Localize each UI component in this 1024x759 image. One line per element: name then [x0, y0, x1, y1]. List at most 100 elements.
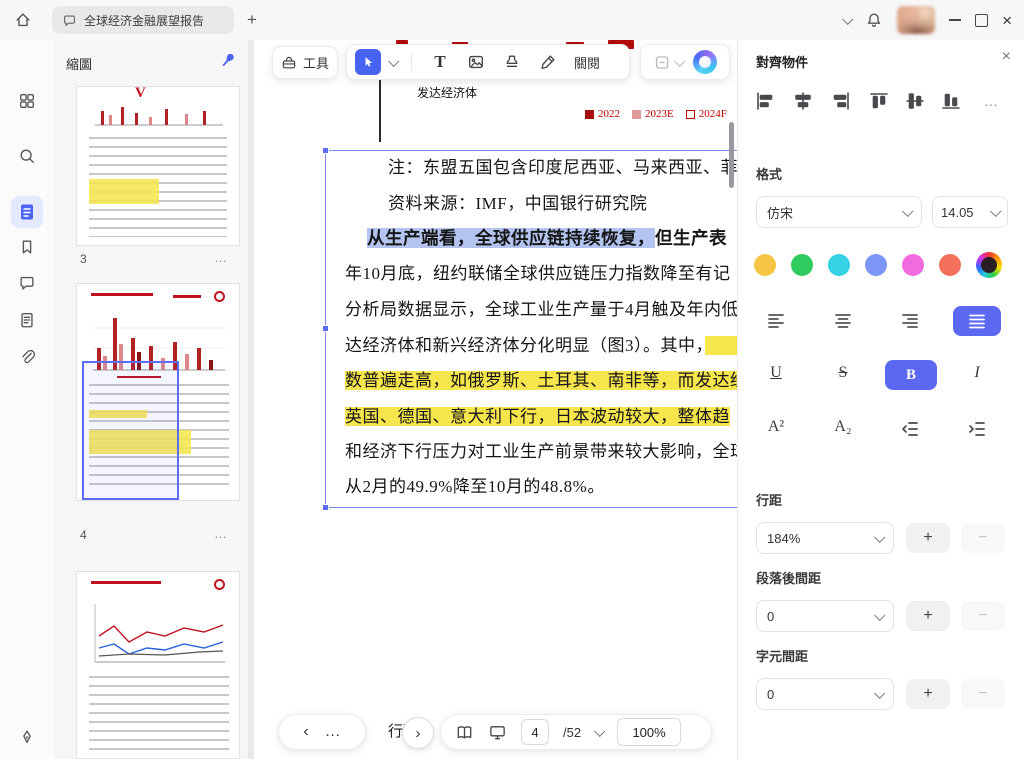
zoom-level[interactable]: 100% — [617, 718, 682, 746]
bookmark-icon[interactable] — [18, 238, 36, 256]
apps-grid-icon[interactable] — [18, 92, 36, 110]
page-more-button[interactable]: … — [214, 250, 228, 265]
resize-handle-mid-left[interactable] — [322, 325, 329, 332]
tab-title: 全球经济金融展望报告 — [84, 13, 205, 28]
document-tab[interactable]: 全球经济金融展望报告 — [52, 6, 234, 34]
align-right-edges-button[interactable] — [826, 86, 856, 116]
review-tool-label[interactable]: 關閱 — [574, 53, 600, 72]
page-dropdown[interactable] — [594, 723, 606, 741]
stamp-preview-dropdown[interactable] — [654, 54, 685, 71]
character-spacing-select[interactable]: 0 — [756, 678, 894, 710]
align-bottom-edges-button[interactable] — [936, 86, 966, 116]
user-avatar[interactable] — [897, 6, 936, 34]
doc-line[interactable]: 年10月底，纽约联储全球供应链压力指数降至有记 — [345, 262, 731, 286]
comment-icon[interactable] — [18, 274, 36, 292]
resize-handle-bottom-left[interactable] — [322, 504, 329, 511]
maximize-button[interactable] — [975, 13, 989, 27]
paragraph-spacing-decrease-button[interactable]: − — [961, 601, 1005, 631]
align-middle-horizontal-button[interactable] — [900, 86, 930, 116]
pdf-page[interactable]: 发达经济体 2022 2023E 2024F 注：东盟五国包含印度尼西亚、马来西… — [254, 40, 737, 759]
color-swatch-blue[interactable] — [865, 254, 887, 276]
doc-line[interactable]: 分析局数据显示，全球工业生产量于4月触及年内低 — [345, 298, 737, 322]
text-align-right-button[interactable] — [895, 306, 925, 336]
line-spacing-increase-button[interactable]: + — [906, 523, 950, 553]
doc-line[interactable]: 资料来源：IMF，中国银行研究院 — [388, 192, 647, 216]
close-button[interactable]: × — [1002, 12, 1012, 29]
underline-button[interactable]: U — [759, 364, 793, 382]
bold-button-active[interactable]: B — [885, 360, 937, 390]
pen-nib-icon[interactable] — [18, 728, 36, 746]
text-align-justify-button-active[interactable] — [953, 306, 1001, 336]
bell-icon[interactable] — [865, 11, 883, 29]
align-center-vertical-button[interactable] — [788, 86, 818, 116]
font-family-select[interactable]: 仿宋 — [756, 196, 922, 228]
increase-indent-button[interactable] — [962, 414, 992, 444]
tools-button[interactable]: 工具 — [272, 46, 338, 79]
notes-page-icon[interactable] — [18, 311, 36, 329]
align-left-edges-button[interactable] — [750, 86, 780, 116]
more-options-button[interactable]: … — [325, 723, 341, 741]
subscript-button[interactable]: A₂ — [826, 418, 860, 436]
text-tool-button[interactable]: T — [426, 48, 454, 76]
paragraph-spacing-select[interactable]: 0 — [756, 600, 894, 632]
select-tool-active[interactable] — [355, 49, 381, 75]
doc-line[interactable]: 注：东盟五国包含印度尼西亚、马来西亚、菲 — [388, 156, 737, 180]
stamp-tool-button[interactable] — [498, 48, 526, 76]
paragraph-spacing-increase-button[interactable]: + — [906, 601, 950, 631]
new-tab-button[interactable]: + — [240, 8, 264, 32]
doc-line[interactable]: 和经济下行压力对工业生产前景带来较大影响，全球 — [345, 440, 737, 464]
previous-page-button[interactable]: ‹ — [303, 723, 308, 741]
search-icon[interactable] — [18, 147, 36, 165]
pin-icon[interactable] — [218, 50, 238, 70]
doc-line[interactable]: 英国、德国、意大利下行，日本波动较大，整体趋 — [345, 405, 730, 429]
color-swatch-yellow[interactable] — [754, 254, 776, 276]
color-swatch-salmon[interactable] — [939, 254, 961, 276]
character-spacing-increase-button[interactable]: + — [906, 679, 950, 709]
strikethrough-button[interactable]: S — [826, 364, 860, 382]
doc-line[interactable]: 达经济体和新兴经济体分化明显（图3）。其中， — [345, 334, 737, 358]
character-spacing-decrease-button[interactable]: − — [961, 679, 1005, 709]
page-thumbnail-5[interactable] — [76, 571, 240, 759]
image-tool-button[interactable] — [462, 48, 490, 76]
sidebar-item-document-active[interactable] — [11, 196, 43, 228]
line-spacing-select[interactable]: 184% — [756, 522, 894, 554]
text-align-center-button[interactable] — [828, 306, 858, 336]
decrease-indent-button[interactable] — [895, 414, 925, 444]
doc-line[interactable]: 从2月的49.9%降至10月的48.8%。 — [345, 475, 605, 499]
text-align-left-button[interactable] — [761, 306, 791, 336]
viewport-indicator[interactable] — [82, 361, 179, 500]
doc-line-heading[interactable]: 从生产端看，全球供应链持续恢复，但生产表 — [367, 226, 727, 250]
paperclip-icon[interactable] — [18, 348, 36, 366]
line-spacing-decrease-button[interactable]: − — [961, 523, 1005, 553]
home-button[interactable] — [10, 7, 36, 33]
superscript-button[interactable]: A² — [759, 418, 793, 436]
panel-close-button[interactable]: × — [1002, 48, 1011, 66]
next-page-button[interactable]: › — [402, 717, 434, 749]
align-more-button[interactable]: … — [976, 86, 1006, 116]
chevron-down-icon[interactable] — [842, 11, 854, 29]
resize-handle-top-left[interactable] — [322, 147, 329, 154]
align-top-edges-button[interactable] — [864, 86, 894, 116]
page-thumbnail-4[interactable] — [76, 283, 240, 501]
paragraph-spacing-value: 0 — [767, 608, 775, 624]
select-tool-dropdown[interactable] — [388, 53, 400, 71]
line-spacing-label: 行距 — [756, 493, 783, 508]
color-swatch-magenta[interactable] — [902, 254, 924, 276]
legend-swatch-2024 — [685, 109, 695, 119]
signature-tool-button[interactable] — [534, 48, 562, 76]
minimize-button[interactable] — [949, 19, 962, 21]
color-wheel-custom[interactable] — [976, 252, 1002, 278]
ai-assistant-icon[interactable] — [692, 50, 717, 74]
current-page-input[interactable]: 4 — [521, 719, 549, 745]
color-swatch-cyan[interactable] — [828, 254, 850, 276]
font-size-select[interactable]: 14.05 — [932, 196, 1008, 228]
presentation-mode-icon[interactable] — [488, 723, 507, 742]
page-thumbnail-3[interactable]: V — [76, 86, 240, 246]
page-more-button[interactable]: … — [214, 526, 228, 541]
vertical-scrollbar[interactable] — [729, 122, 734, 188]
color-swatch-green[interactable] — [791, 254, 813, 276]
home-icon — [14, 11, 32, 29]
italic-button[interactable]: I — [960, 364, 994, 382]
reading-mode-icon[interactable] — [455, 723, 474, 742]
doc-line[interactable]: 数普遍走高，如俄罗斯、土耳其、南非等，而发达经 — [345, 369, 737, 393]
